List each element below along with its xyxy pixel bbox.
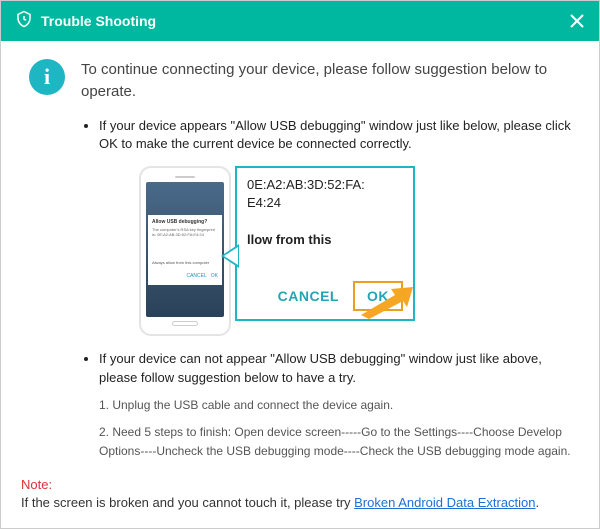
footer-text-after: . [536,495,540,510]
phone-dialog-check: Always allow from this computer [152,260,218,266]
zoom-wrapper: 0E:A2:AB:3D:52:FA: E4:24 llow from this … [235,166,415,321]
phone-screen: Allow USB debugging? The computer's RSA … [146,182,224,317]
phone-dialog-body: The computer's RSA key fingerprint is: 0… [152,228,218,258]
info-icon: i [29,59,65,95]
footer-note: Note: If the screen is broken and you ca… [21,476,579,512]
phone-dialog-buttons: CANCEL OK [152,273,218,280]
dialog-content: i To continue connecting your device, pl… [1,41,599,485]
instruction-list: If your device appears "Allow USB debugg… [29,117,571,462]
note-label: Note: [21,477,52,492]
header-text: To continue connecting your device, plea… [81,59,571,103]
broken-android-link[interactable]: Broken Android Data Extraction [354,495,535,510]
phone-ok-btn: OK [211,273,218,280]
dialog-title: Trouble Shooting [41,13,156,29]
substep-1: 1. Unplug the USB cable and connect the … [99,396,571,415]
phone-mockup: Allow USB debugging? The computer's RSA … [139,166,231,336]
troubleshoot-dialog: Trouble Shooting i To continue connectin… [0,0,600,529]
instruction-2-text: If your device can not appear "Allow USB… [99,351,542,385]
header-row: i To continue connecting your device, pl… [29,59,571,103]
zoom-mac-text: 0E:A2:AB:3D:52:FA: E4:24 [247,176,403,211]
phone-home-button [172,321,198,326]
phone-dialog-title: Allow USB debugging? [152,219,218,226]
close-button[interactable] [569,13,585,29]
illustration-area: Allow USB debugging? The computer's RSA … [139,166,571,336]
zoom-allow-text: llow from this [247,231,403,250]
instruction-1-text: If your device appears "Allow USB debugg… [99,118,571,152]
phone-usb-dialog: Allow USB debugging? The computer's RSA … [148,215,222,285]
callout-tail-icon [221,244,239,268]
substep-2: 2. Need 5 steps to finish: Open device s… [99,423,571,461]
title-bar: Trouble Shooting [1,1,599,41]
footer-text-before: If the screen is broken and you cannot t… [21,495,354,510]
title-left: Trouble Shooting [15,10,156,33]
zoom-panel: 0E:A2:AB:3D:52:FA: E4:24 llow from this … [235,166,415,321]
instruction-item-1: If your device appears "Allow USB debugg… [99,117,571,337]
zoom-cancel-button: CANCEL [278,286,339,306]
substeps: 1. Unplug the USB cable and connect the … [99,396,571,462]
phone-cancel-btn: CANCEL [186,273,206,280]
instruction-item-2: If your device can not appear "Allow USB… [99,350,571,461]
shield-icon [15,10,33,33]
phone-speaker [175,176,195,178]
arrow-icon [359,285,415,325]
